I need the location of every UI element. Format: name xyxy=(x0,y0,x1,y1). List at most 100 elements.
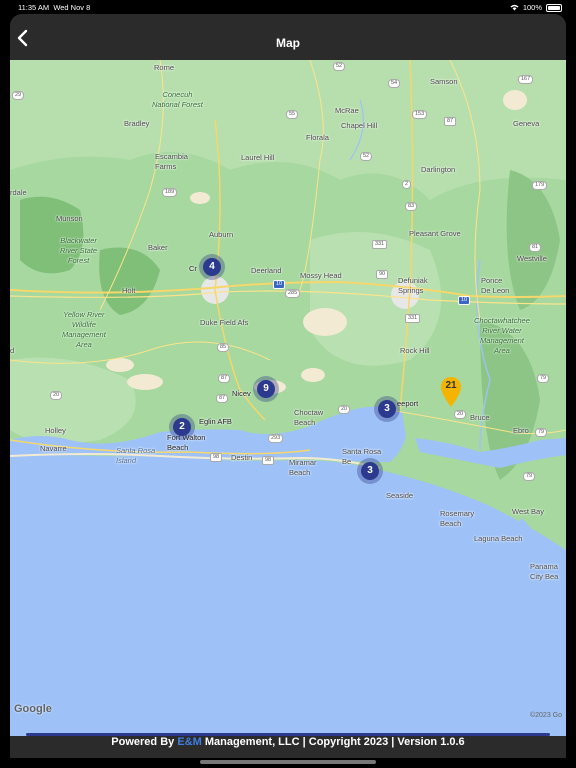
road-shield: 87 xyxy=(216,394,229,403)
road-shield: 79 xyxy=(537,374,550,383)
road-shield: 98 xyxy=(210,453,223,462)
road-shield: 20 xyxy=(50,391,63,400)
label-panama-city-beach: Panama City Bea xyxy=(530,562,559,581)
label-chapel-hill: Chapel Hill xyxy=(341,121,378,130)
status-time: 11:35 AM Wed Nov 8 xyxy=(18,3,91,12)
marker-cluster-santa-rosa[interactable]: 3 xyxy=(357,458,383,484)
road-shield: 52 xyxy=(333,62,346,71)
label-conecuh-forest: Conecuh National Forest xyxy=(152,90,203,109)
label-rome: Rome xyxy=(154,63,175,72)
road-shield: 98 xyxy=(262,456,275,465)
label-samson: Samson xyxy=(430,77,458,86)
label-niceville: Nicev xyxy=(232,389,251,398)
label-laguna-beach: Laguna Beach xyxy=(474,534,523,543)
interstate-shield: 10 xyxy=(273,280,286,289)
road-shield: 81 xyxy=(529,243,542,252)
wifi-icon xyxy=(510,4,519,11)
google-logo: Google xyxy=(14,703,52,715)
road-shield: 79 xyxy=(535,428,548,437)
label-destin: Destin xyxy=(231,453,253,462)
marker-cluster-crestview[interactable]: 4 xyxy=(199,254,225,280)
label-navarre: Navarre xyxy=(40,444,67,453)
label-mcrae: McRae xyxy=(335,106,359,115)
label-defuniak-springs: Defuniak Springs xyxy=(398,276,428,295)
road-shield: 153 xyxy=(412,110,428,119)
marker-cluster-niceville[interactable]: 9 xyxy=(253,376,279,402)
page-title: Map xyxy=(276,36,300,50)
label-rosemary-beach: Rosemary Beach xyxy=(440,509,475,528)
brand-name: E&M xyxy=(177,736,202,748)
nav-bar: Map xyxy=(10,14,566,60)
cluster-count: 3 xyxy=(378,400,396,418)
road-shield: 331 xyxy=(372,240,388,249)
road-shield: 87 xyxy=(218,374,231,383)
label-darlington: Darlington xyxy=(421,165,456,174)
road-shield: 79 xyxy=(523,472,536,481)
road-shield: 85 xyxy=(217,343,230,352)
road-shield: 179 xyxy=(532,181,548,190)
label-yellow-river-wma: Yellow River Wildlife Management Area xyxy=(62,310,106,349)
cluster-count: 9 xyxy=(257,380,275,398)
road-shield: 55 xyxy=(286,110,299,119)
label-holley: Holley xyxy=(45,426,66,435)
map-view[interactable]: Rome Samson Geneva Conecuh National Fore… xyxy=(10,60,566,736)
road-shield: 20 xyxy=(338,405,351,414)
label-miramar-beach: Miramar Beach xyxy=(289,458,317,477)
road-shield: 87 xyxy=(444,117,457,126)
road-shield: 83 xyxy=(405,202,418,211)
label-holt: Holt xyxy=(122,286,136,295)
label-rock-hill: Rock Hill xyxy=(400,346,430,355)
road-shield: 293 xyxy=(268,434,284,443)
label-bruce: Bruce xyxy=(470,413,490,422)
label-pleasant-grove: Pleasant Grove xyxy=(409,229,461,238)
label-deerland: Deerland xyxy=(251,266,282,275)
road-shield: 29 xyxy=(12,91,25,100)
battery-icon xyxy=(546,3,562,12)
label-escambia-farms: Escambia Farms xyxy=(155,152,188,171)
marker-cluster-freeport[interactable]: 3 xyxy=(374,396,400,422)
label-munson: Munson xyxy=(56,214,83,223)
map-base xyxy=(10,60,566,736)
marker-cluster-fort-walton[interactable]: 2 xyxy=(169,414,195,440)
label-freeport: eeport xyxy=(397,399,419,408)
road-shield: 90 xyxy=(376,270,389,279)
label-ponce-de-leon: Ponce De Leon xyxy=(481,276,510,295)
road-shield: 2 xyxy=(402,180,412,189)
label-westville: Westville xyxy=(517,254,547,263)
road-shield: 54 xyxy=(388,79,401,88)
road-shield: 167 xyxy=(518,75,534,84)
label-baker: Baker xyxy=(148,243,168,252)
label-eglin-afb: Eglin AFB xyxy=(199,417,232,426)
footer-text: Powered By E&M Management, LLC | Copyrig… xyxy=(111,736,465,748)
interstate-shield: 10 xyxy=(458,296,471,305)
label-blackwater-forest: Blackwater River State Forest xyxy=(60,236,98,265)
cluster-count: 4 xyxy=(203,258,221,276)
label-rdale: rdale xyxy=(10,188,27,197)
battery-percent: 100% xyxy=(522,3,542,12)
label-west-bay: West Bay xyxy=(512,507,544,516)
label-geneva: Geneva xyxy=(513,119,540,128)
label-crestview: Cr xyxy=(189,264,197,273)
label-ebro: Ebro xyxy=(513,426,529,435)
label-choctaw-beach: Choctaw Beach xyxy=(294,408,324,427)
label-auburn: Auburn xyxy=(209,230,234,239)
label-mossy-head: Mossy Head xyxy=(300,271,342,280)
map-copyright: ©2023 Go xyxy=(529,712,562,719)
home-indicator xyxy=(200,760,376,764)
cluster-count: 2 xyxy=(173,418,191,436)
cluster-count: 3 xyxy=(361,462,379,480)
map-pin-marker[interactable]: 21 xyxy=(440,376,462,413)
label-duke-field: Duke Field Afs xyxy=(200,318,249,327)
status-bar: 11:35 AM Wed Nov 8 100% xyxy=(0,0,576,14)
road-shield: 331 xyxy=(405,314,421,323)
label-edge-d: d xyxy=(10,346,15,355)
status-right: 100% xyxy=(510,3,562,12)
footer: Powered By E&M Management, LLC | Copyrig… xyxy=(10,736,566,758)
road-shield: 189 xyxy=(162,188,178,197)
pin-count: 21 xyxy=(445,380,457,391)
map-screen: Map Rome Samson Geneva Conecuh National … xyxy=(10,14,566,758)
label-seaside: Seaside xyxy=(386,491,414,500)
road-shield: 285 xyxy=(285,289,301,298)
label-florala: Florala xyxy=(306,133,329,142)
label-choctawhatchee-wma: Choctawhatchee River Water Management Ar… xyxy=(474,316,530,355)
